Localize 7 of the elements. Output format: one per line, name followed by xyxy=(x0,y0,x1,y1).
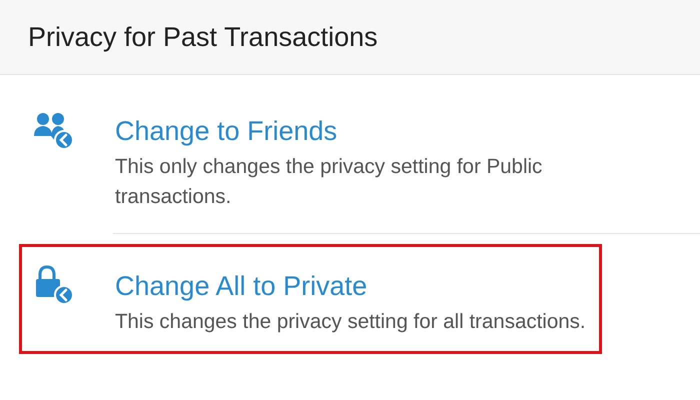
section-title: Privacy for Past Transactions xyxy=(28,22,378,52)
option-title: Change to Friends xyxy=(115,115,338,148)
option-description: This only changes the privacy setting for Public transactions. xyxy=(115,154,544,210)
option-row[interactable]: Change to Friends This only changes the privacy setting for Public transactions. xyxy=(0,75,600,233)
highlight-frame[interactable]: Change All to Private This changes the privacy setting for all transactions. xyxy=(19,244,602,354)
option-description: This changes the privacy setting for all transactions. xyxy=(115,309,587,335)
option-title: Change All to Private xyxy=(115,270,368,303)
